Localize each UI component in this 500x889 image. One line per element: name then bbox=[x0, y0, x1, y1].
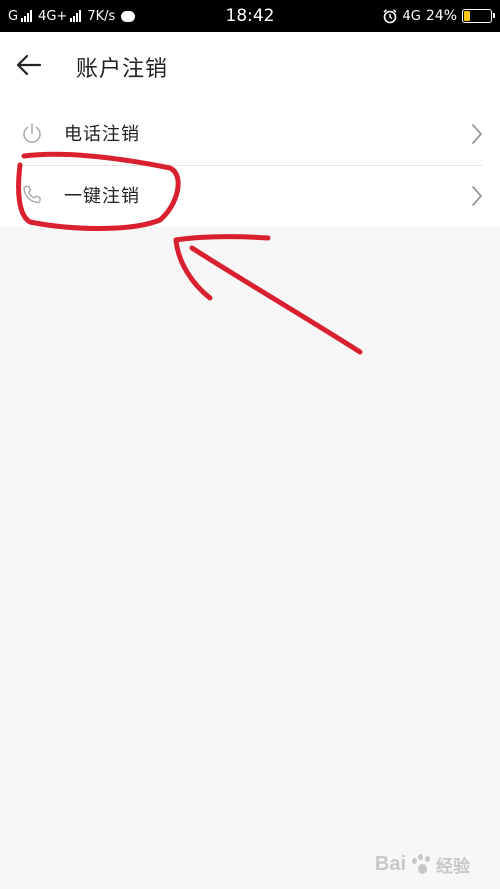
screen: G 4G+ 7K/s 18:42 4G 24% 账户注销 电话注销 一键注销 B… bbox=[0, 0, 500, 889]
status-bar: G 4G+ 7K/s 18:42 4G 24% bbox=[0, 0, 500, 32]
carrier-label: G bbox=[8, 8, 19, 24]
alarm-clock-icon bbox=[382, 9, 397, 24]
baidu-watermark: Bai 经验 bbox=[375, 852, 470, 877]
list-item-phone-cancel[interactable]: 电话注销 bbox=[0, 104, 500, 165]
settings-list: 电话注销 一键注销 bbox=[0, 104, 500, 227]
battery-level-fill bbox=[464, 11, 470, 21]
list-item-one-click-cancel[interactable]: 一键注销 bbox=[0, 166, 500, 227]
paw-logo-icon bbox=[410, 853, 432, 876]
back-button[interactable] bbox=[14, 50, 54, 86]
signal-strength-icon-2 bbox=[70, 10, 82, 22]
battery-icon bbox=[462, 9, 495, 23]
power-icon bbox=[23, 123, 41, 143]
network-type-right: 4G bbox=[402, 8, 421, 24]
message-bubble-icon bbox=[121, 10, 136, 22]
signal-strength-icon bbox=[21, 10, 33, 22]
watermark-text-latin: Bai bbox=[374, 853, 406, 875]
clock-time: 18:42 bbox=[225, 6, 275, 26]
arrow-left-icon bbox=[16, 54, 42, 76]
phone-icon bbox=[23, 185, 41, 204]
battery-percent: 24% bbox=[425, 8, 457, 24]
list-item-label: 电话注销 bbox=[64, 124, 140, 145]
status-left: G 4G+ 7K/s bbox=[8, 0, 136, 32]
chevron-right-icon bbox=[472, 124, 482, 144]
annotation-arrow-head bbox=[173, 234, 271, 301]
status-right: 4G 24% bbox=[382, 0, 495, 32]
page-title: 账户注销 bbox=[76, 57, 169, 82]
app-header: 账户注销 bbox=[0, 32, 500, 104]
network-speed-label: 7K/s bbox=[87, 8, 116, 24]
chevron-right-icon bbox=[472, 186, 482, 206]
network-type-label: 4G+ bbox=[38, 8, 68, 24]
watermark-text-cn: 经验 bbox=[436, 857, 470, 876]
list-item-label: 一键注销 bbox=[64, 186, 140, 207]
annotation-arrow-line bbox=[189, 245, 363, 355]
